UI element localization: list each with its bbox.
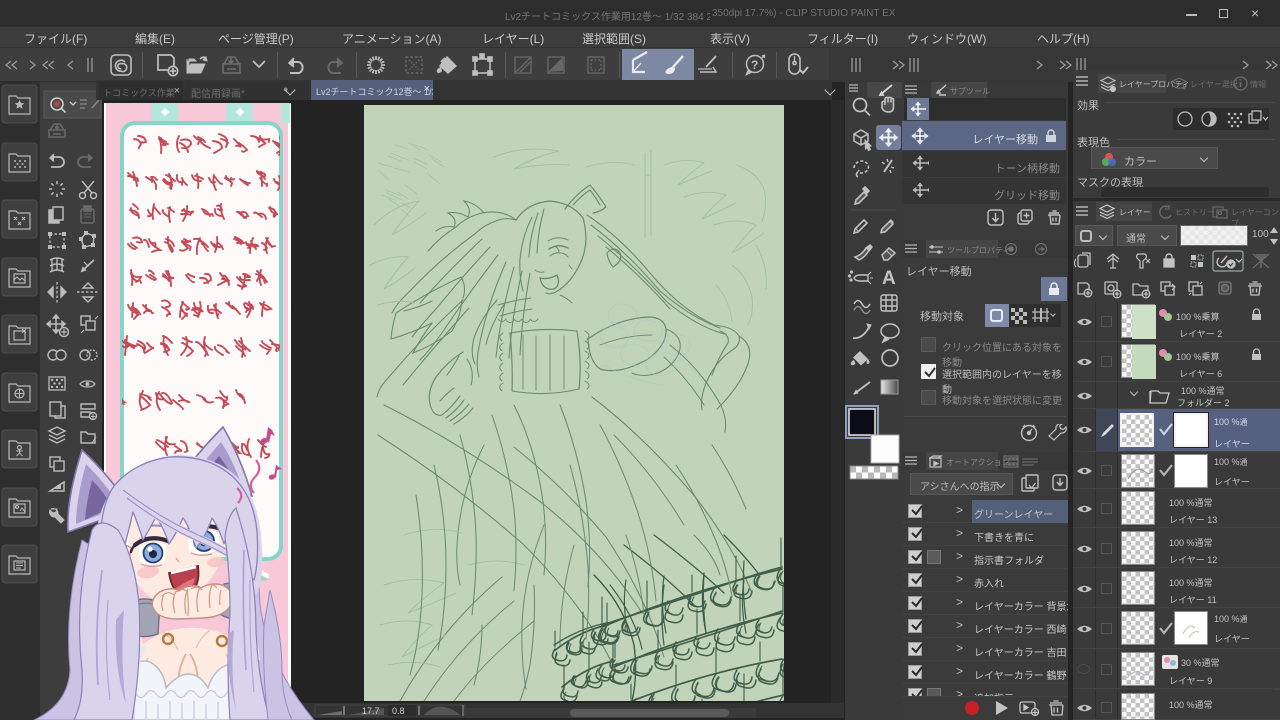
svg-text:17.7: 17.7 <box>362 706 380 716</box>
svg-text:A: A <box>882 268 896 289</box>
svg-text:?: ? <box>751 58 758 72</box>
svg-text:0.8: 0.8 <box>392 706 405 716</box>
